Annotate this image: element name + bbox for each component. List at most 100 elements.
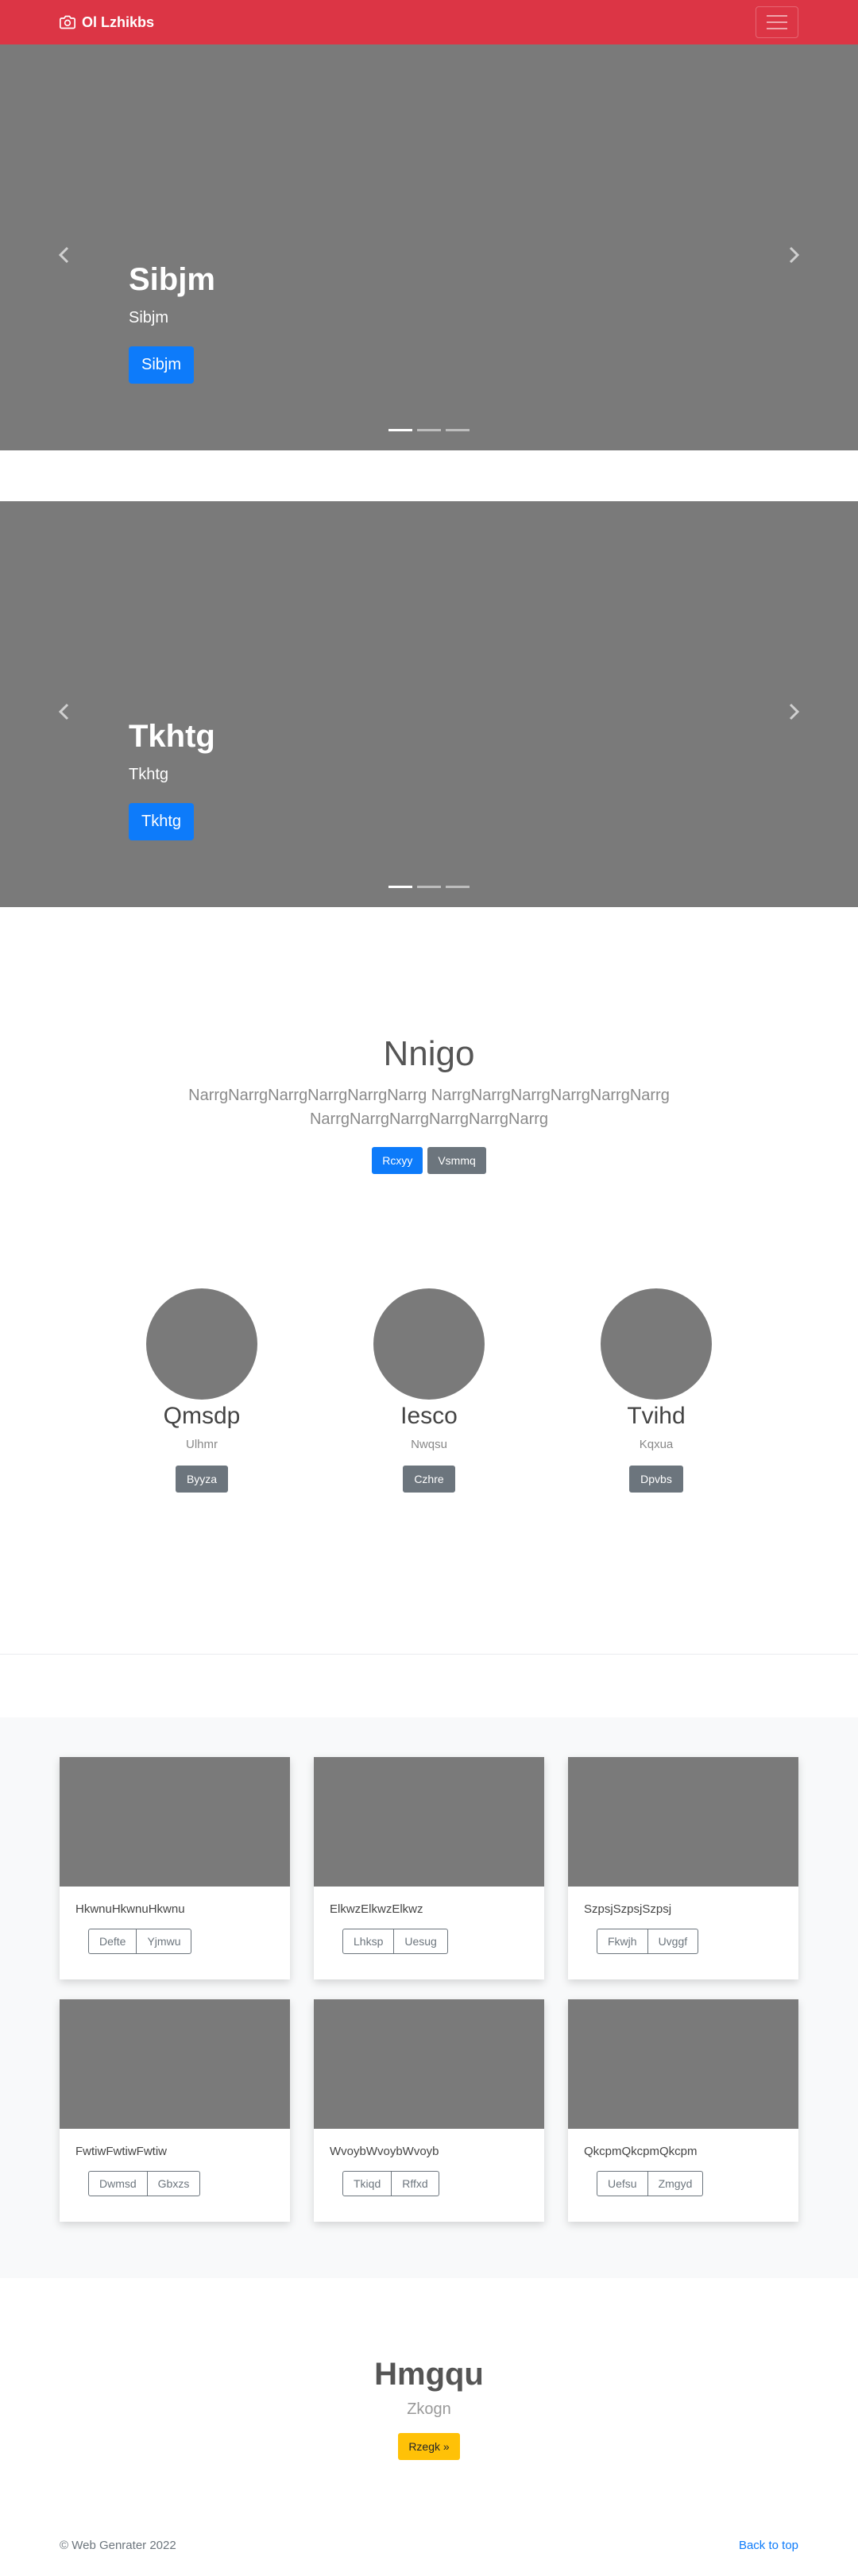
carousel-2: Tkhtg Tkhtg Tkhtg	[0, 501, 858, 907]
card-button[interactable]: Uesug	[394, 1929, 448, 1954]
cta-section: Hmgqu Zkogn Rzegk »	[0, 2278, 858, 2539]
card-button-group: Uefsu Zmgyd	[597, 2171, 704, 2196]
carousel-indicator[interactable]	[446, 886, 470, 888]
avatar	[601, 1288, 712, 1400]
jumbotron-primary-button[interactable]: Rcxyy	[372, 1147, 423, 1174]
jumbotron-buttons: Rcxyy Vsmmq	[0, 1147, 858, 1174]
card-button-group: Defte Yjmwu	[88, 1929, 192, 1954]
carousel-indicator[interactable]	[417, 886, 441, 888]
card-button[interactable]: Tkiqd	[342, 2171, 392, 2196]
card-button[interactable]: Gbxzs	[147, 2171, 201, 2196]
back-to-top-link[interactable]: Back to top	[739, 2539, 798, 2552]
card-button-group: Lhksp Uesug	[342, 1929, 448, 1954]
card-button-group: Fkwjh Uvggf	[597, 1929, 699, 1954]
card-image	[314, 1999, 544, 2129]
card-body: SzpsjSzpsjSzpsj Fkwjh Uvggf	[568, 1887, 798, 1970]
member-name: Tvihd	[627, 1403, 686, 1429]
carousel-indicator[interactable]	[388, 429, 412, 431]
jumbotron-lead: NarrgNarrgNarrgNarrgNarrgNarrg NarrgNarr…	[188, 1087, 670, 1128]
carousel-cta-button[interactable]: Sibjm	[129, 346, 195, 384]
navbar: Ol Lzhikbs	[0, 0, 858, 44]
member-button[interactable]: Czhre	[403, 1466, 455, 1493]
carousel-caption: Tkhtg Tkhtg Tkhtg	[129, 719, 215, 840]
card-button[interactable]: Fkwjh	[597, 1929, 648, 1954]
member-name: Qmsdp	[163, 1403, 241, 1429]
carousel-next-button[interactable]	[782, 700, 806, 724]
jumbotron-title: Nnigo	[383, 1034, 475, 1073]
card-text: SzpsjSzpsjSzpsj	[584, 1902, 672, 1916]
avatar	[146, 1288, 257, 1400]
card-text: QkcpmQkcpmQkcpm	[584, 2145, 698, 2158]
chevron-left-icon	[58, 246, 69, 264]
team-member: Qmsdp Ulhmr Byyza	[146, 1288, 257, 1654]
card-image	[60, 1999, 290, 2129]
carousel-indicator[interactable]	[417, 429, 441, 431]
card-image	[60, 1757, 290, 1887]
card-button[interactable]: Dwmsd	[88, 2171, 148, 2196]
member-role: Ulhmr	[186, 1438, 218, 1451]
carousel-indicator[interactable]	[446, 429, 470, 431]
hamburger-icon-bar	[767, 15, 787, 17]
card-image	[314, 1757, 544, 1887]
card-button[interactable]: Uefsu	[597, 2171, 648, 2196]
cta-subtitle: Zkogn	[407, 2400, 451, 2418]
carousel-subtitle: Tkhtg	[129, 766, 169, 783]
team-section: Qmsdp Ulhmr Byyza Iesco Nwqsu Czhre Tvih…	[0, 1288, 858, 1654]
carousel-indicators	[0, 886, 858, 888]
carousel-cta-button[interactable]: Tkhtg	[129, 803, 195, 840]
card-image	[568, 1757, 798, 1887]
footer: © Web Genrater 2022 Back to top	[0, 2539, 858, 2552]
hamburger-icon-bar	[767, 28, 787, 29]
cta-button[interactable]: Rzegk »	[398, 2433, 460, 2460]
chevron-left-icon	[58, 703, 69, 720]
cta-title: Hmgqu	[374, 2357, 484, 2392]
member-button[interactable]: Dpvbs	[629, 1466, 683, 1493]
jumbotron-secondary-button[interactable]: Vsmmq	[427, 1147, 486, 1174]
card-body: ElkwzElkwzElkwz Lhksp Uesug	[314, 1887, 544, 1970]
navbar-brand[interactable]: Ol Lzhikbs	[60, 14, 154, 31]
team-member: Tvihd Kqxua Dpvbs	[601, 1288, 712, 1654]
card-text: HkwnuHkwnuHkwnu	[75, 1902, 185, 1916]
carousel-indicators	[0, 429, 858, 431]
album-card: FwtiwFwtiwFwtiw Dwmsd Gbxzs	[60, 1999, 290, 2222]
card-button[interactable]: Lhksp	[342, 1929, 395, 1954]
member-name: Iesco	[400, 1403, 458, 1429]
jumbotron: Nnigo NarrgNarrgNarrgNarrgNarrgNarrg Nar…	[0, 907, 858, 1288]
avatar	[373, 1288, 485, 1400]
card-button[interactable]: Uvggf	[647, 1929, 699, 1954]
member-role: Nwqsu	[411, 1438, 447, 1451]
card-body: WvoybWvoybWvoyb Tkiqd Rffxd	[314, 2129, 544, 2212]
album-section: HkwnuHkwnuHkwnu Defte Yjmwu ElkwzElkwzEl…	[0, 1717, 858, 2278]
card-button[interactable]: Defte	[88, 1929, 137, 1954]
chevron-right-icon	[789, 246, 800, 264]
section-divider	[0, 1654, 858, 1655]
card-grid: HkwnuHkwnuHkwnu Defte Yjmwu ElkwzElkwzEl…	[60, 1757, 798, 2222]
navbar-toggler-button[interactable]	[756, 6, 798, 38]
hamburger-icon-bar	[767, 21, 787, 23]
chevron-right-icon	[789, 703, 800, 720]
card-button[interactable]: Zmgyd	[647, 2171, 704, 2196]
camera-icon	[60, 15, 75, 29]
carousel-caption: Sibjm Sibjm Sibjm	[129, 262, 215, 384]
carousel-next-button[interactable]	[782, 243, 806, 267]
album-card: HkwnuHkwnuHkwnu Defte Yjmwu	[60, 1757, 290, 1979]
carousel-indicator[interactable]	[388, 886, 412, 888]
album-card: QkcpmQkcpmQkcpm Uefsu Zmgyd	[568, 1999, 798, 2222]
card-button[interactable]: Rffxd	[392, 2171, 439, 2196]
team-member: Iesco Nwqsu Czhre	[373, 1288, 485, 1654]
carousel-1: Sibjm Sibjm Sibjm	[0, 44, 858, 450]
album-card: ElkwzElkwzElkwz Lhksp Uesug	[314, 1757, 544, 1979]
card-image	[568, 1999, 798, 2129]
card-button-group: Tkiqd Rffxd	[342, 2171, 439, 2196]
card-body: QkcpmQkcpmQkcpm Uefsu Zmgyd	[568, 2129, 798, 2212]
card-text: FwtiwFwtiwFwtiw	[75, 2145, 167, 2158]
card-button-group: Dwmsd Gbxzs	[88, 2171, 201, 2196]
member-role: Kqxua	[639, 1438, 674, 1451]
carousel-prev-button[interactable]	[52, 243, 76, 267]
brand-label: Ol Lzhikbs	[82, 14, 155, 30]
member-button[interactable]: Byyza	[175, 1466, 229, 1493]
carousel-prev-button[interactable]	[52, 700, 76, 724]
card-button[interactable]: Yjmwu	[137, 1929, 192, 1954]
card-text: ElkwzElkwzElkwz	[330, 1902, 423, 1916]
